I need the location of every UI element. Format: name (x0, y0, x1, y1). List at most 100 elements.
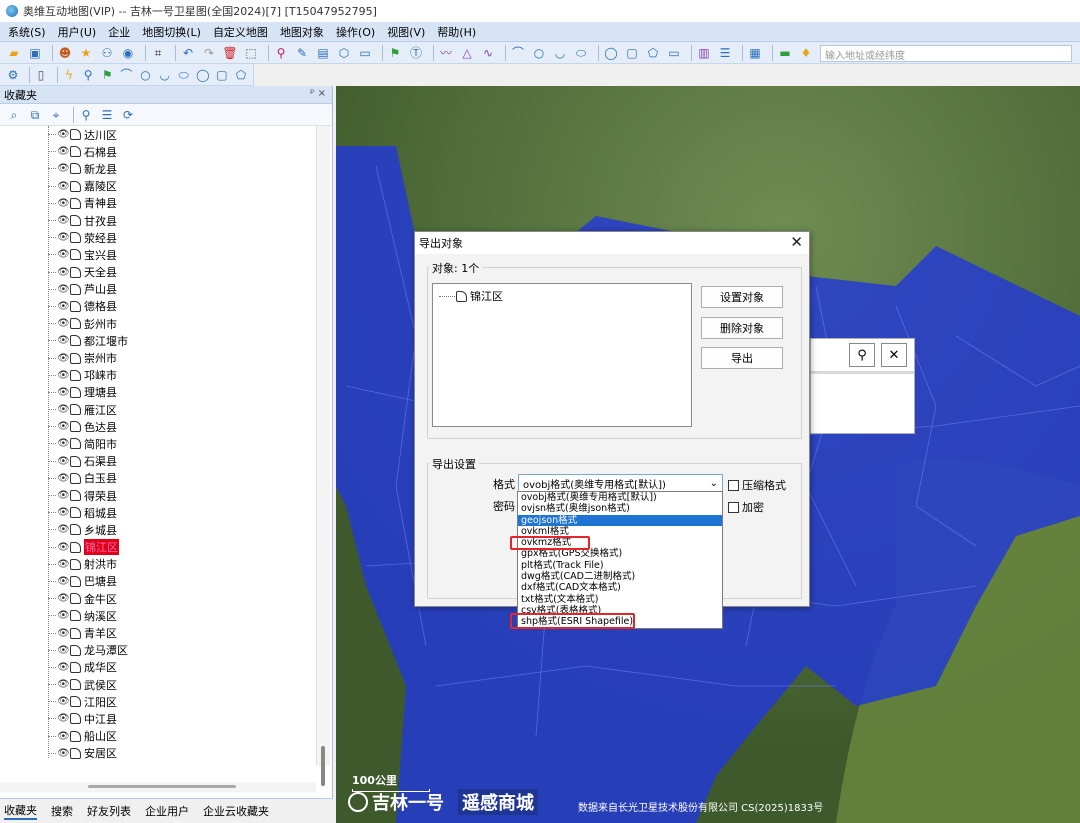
visibility-eye-icon[interactable]: 👁 (57, 232, 70, 243)
edit-icon[interactable]: ✎ (294, 45, 310, 61)
tab-enterprise-users[interactable]: 企业用户 (145, 803, 189, 819)
format-option[interactable]: plt格式(Track File) (518, 560, 722, 571)
format-option[interactable]: gpx格式(GPS交换格式) (518, 548, 722, 559)
checkbox-box[interactable] (728, 501, 739, 513)
tree-item[interactable]: 👁 纳溪区 (0, 607, 316, 624)
refresh-icon[interactable]: ⟳ (120, 107, 136, 123)
visibility-eye-icon[interactable]: 👁 (57, 731, 70, 742)
users-icon[interactable]: ☻ (57, 45, 73, 61)
shape-icon[interactable]: ⬡ (336, 45, 352, 61)
object-list-item[interactable]: 锦江区 (439, 288, 503, 304)
tree-item[interactable]: 👁 彭州市 (0, 315, 316, 332)
tree-item[interactable]: 👁 新龙县 (0, 160, 316, 177)
visibility-eye-icon[interactable]: 👁 (57, 713, 70, 724)
menu-map-objects[interactable]: 地图对象 (280, 24, 324, 40)
tree-item[interactable]: 👁 天全县 (0, 264, 316, 281)
star-icon[interactable]: ★ (78, 45, 94, 61)
rounded-rect-icon[interactable]: ▭ (666, 45, 682, 61)
print-icon[interactable]: ▤ (315, 45, 331, 61)
polyline-icon[interactable]: 〰 (438, 45, 454, 61)
document-icon[interactable]: ▯ (34, 67, 48, 83)
tree-item[interactable]: 👁 简阳市 (0, 435, 316, 452)
pushpin-icon[interactable]: ⚲ (81, 67, 95, 83)
tree-item[interactable]: 👁 射洪市 (0, 556, 316, 573)
visibility-eye-icon[interactable]: 👁 (57, 215, 70, 226)
lightning-icon[interactable]: ϟ (62, 67, 76, 83)
visibility-eye-icon[interactable]: 👁 (57, 284, 70, 295)
circle-fill-tool-icon[interactable]: ◯ (196, 67, 210, 83)
pin-icon[interactable]: ⚲ (78, 107, 94, 123)
rect-icon[interactable]: ▢ (624, 45, 640, 61)
format-option[interactable]: dwg格式(CAD二进制格式) (518, 571, 722, 582)
tree-item[interactable]: 👁 达川区 (0, 126, 316, 143)
tree-item[interactable]: 👁 荥经县 (0, 229, 316, 246)
address-search-input[interactable]: 输入地址或经纬度 (820, 45, 1072, 62)
video-icon[interactable]: ▭ (357, 45, 373, 61)
sector-icon[interactable]: ◡ (552, 45, 568, 61)
tree-item[interactable]: 👁 石棉县 (0, 143, 316, 160)
visibility-eye-icon[interactable]: 👁 (57, 645, 70, 656)
undo-icon[interactable]: ↶ (180, 45, 196, 61)
layer-icon[interactable]: ▥ (696, 45, 712, 61)
list-icon[interactable]: ☰ (99, 107, 115, 123)
tree-item[interactable]: 👁 宝兴县 (0, 246, 316, 263)
visibility-eye-icon[interactable]: 👁 (57, 748, 70, 759)
redo-icon[interactable]: ↷ (201, 45, 217, 61)
format-option[interactable]: txt格式(文本格式) (518, 594, 722, 605)
format-option-highlighted[interactable]: geojson格式 (518, 514, 722, 526)
globe-icon[interactable]: ◉ (120, 45, 136, 61)
tree-item[interactable]: 👁 稻城县 (0, 504, 316, 521)
save-icon[interactable]: ▣ (27, 45, 43, 61)
visibility-eye-icon[interactable]: 👁 (57, 318, 70, 329)
format-dropdown-list[interactable]: ovobj格式(奥维专用格式[默认]) ovjsn格式(奥维json格式) ge… (517, 491, 723, 629)
crop-icon[interactable]: ⌗ (150, 45, 166, 61)
visibility-eye-icon[interactable]: 👁 (57, 696, 70, 707)
tree-item[interactable]: 👁 青羊区 (0, 624, 316, 641)
select-rect-icon[interactable]: ⬚ (243, 45, 259, 61)
search-icon[interactable]: ⌕ (6, 107, 22, 123)
tree-item[interactable]: 👁 邛崃市 (0, 367, 316, 384)
menu-system[interactable]: 系统(S) (8, 24, 46, 40)
visibility-eye-icon[interactable]: 👁 (57, 421, 70, 432)
locate-icon[interactable]: ⌖ (48, 107, 64, 123)
visibility-eye-icon[interactable]: 👁 (57, 249, 70, 260)
menu-custom-map[interactable]: 自定义地图 (213, 24, 268, 40)
menu-user[interactable]: 用户(U) (58, 24, 97, 40)
checkbox-box[interactable] (728, 479, 739, 491)
visibility-eye-icon[interactable]: 👁 (57, 542, 70, 553)
tree-item[interactable]: 👁 得荣县 (0, 487, 316, 504)
list-icon[interactable]: ☰ (717, 45, 733, 61)
chat-icon[interactable]: ▬ (777, 45, 793, 61)
settings-gear-icon[interactable]: ⚙ (6, 67, 20, 83)
panel-controls[interactable]: ᵖ × (310, 88, 326, 99)
tree-item[interactable]: 👁 色达县 (0, 418, 316, 435)
tab-enterprise-cloud[interactable]: 企业云收藏夹 (203, 803, 269, 819)
tree-item[interactable]: 👁 巴塘县 (0, 573, 316, 590)
visibility-eye-icon[interactable]: 👁 (57, 593, 70, 604)
tree-item[interactable]: 👁 龙马潭区 (0, 642, 316, 659)
tree-item[interactable]: 👁 武侯区 (0, 676, 316, 693)
visibility-eye-icon[interactable]: 👁 (57, 524, 70, 535)
tab-favorites[interactable]: 收藏夹 (4, 802, 37, 820)
tree-item[interactable]: 👁 崇州市 (0, 349, 316, 366)
polygon-icon[interactable]: ⬠ (645, 45, 661, 61)
chart-icon[interactable]: ▦ (747, 45, 763, 61)
scrollbar-thumb[interactable] (88, 785, 236, 788)
marker-icon[interactable]: ⚲ (273, 45, 289, 61)
polygon-tool-icon[interactable]: ⬠ (234, 67, 248, 83)
visibility-eye-icon[interactable]: 👁 (57, 387, 70, 398)
vertical-scrollbar[interactable] (316, 126, 330, 786)
visibility-eye-icon[interactable]: 👁 (57, 267, 70, 278)
format-select[interactable]: ovobj格式(奥维专用格式[默认]) ⌄ (518, 474, 723, 492)
flag-icon[interactable]: ⚑ (100, 67, 114, 83)
compress-checkbox[interactable]: 压缩格式 (728, 477, 786, 493)
tree-item[interactable]: 👁 船山区 (0, 728, 316, 745)
format-option[interactable]: ovjsn格式(奥维json格式) (518, 503, 722, 514)
diamond-icon[interactable]: ♦ (798, 45, 814, 61)
copy-icon[interactable]: ⧉ (27, 107, 43, 123)
tree-item[interactable]: 👁 乡城县 (0, 521, 316, 538)
visibility-eye-icon[interactable]: 👁 (57, 438, 70, 449)
close-icon[interactable]: ✕ (881, 343, 907, 367)
format-option[interactable]: ovobj格式(奥维专用格式[默认]) (518, 492, 722, 503)
encrypt-checkbox[interactable]: 加密 (728, 499, 764, 515)
